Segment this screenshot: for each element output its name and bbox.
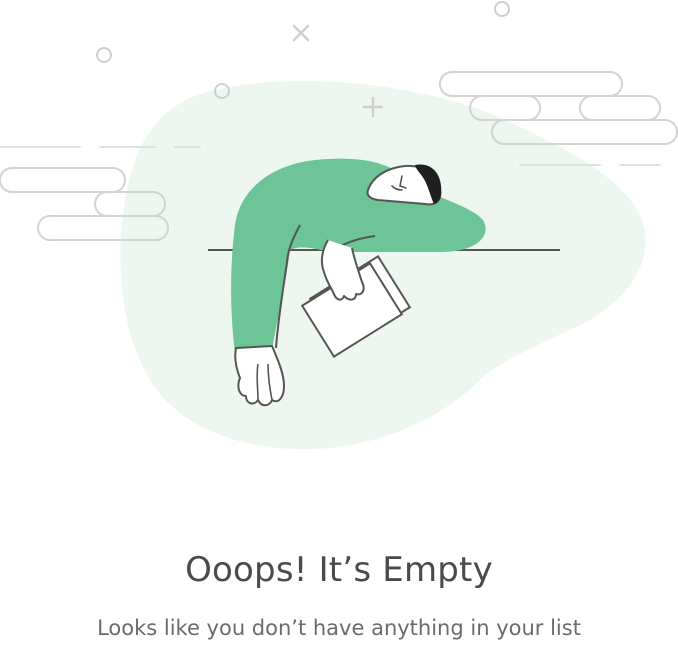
empty-state-message: Looks like you don’t have anything in yo… bbox=[97, 616, 581, 640]
circle-icon bbox=[494, 1, 510, 17]
empty-state: Ooops! It’s Empty Looks like you don’t h… bbox=[0, 0, 678, 672]
cross-icon bbox=[292, 24, 310, 42]
tired-person-illustration bbox=[0, 1, 678, 450]
empty-state-title: Ooops! It’s Empty bbox=[185, 550, 493, 590]
circle-icon bbox=[96, 47, 112, 63]
